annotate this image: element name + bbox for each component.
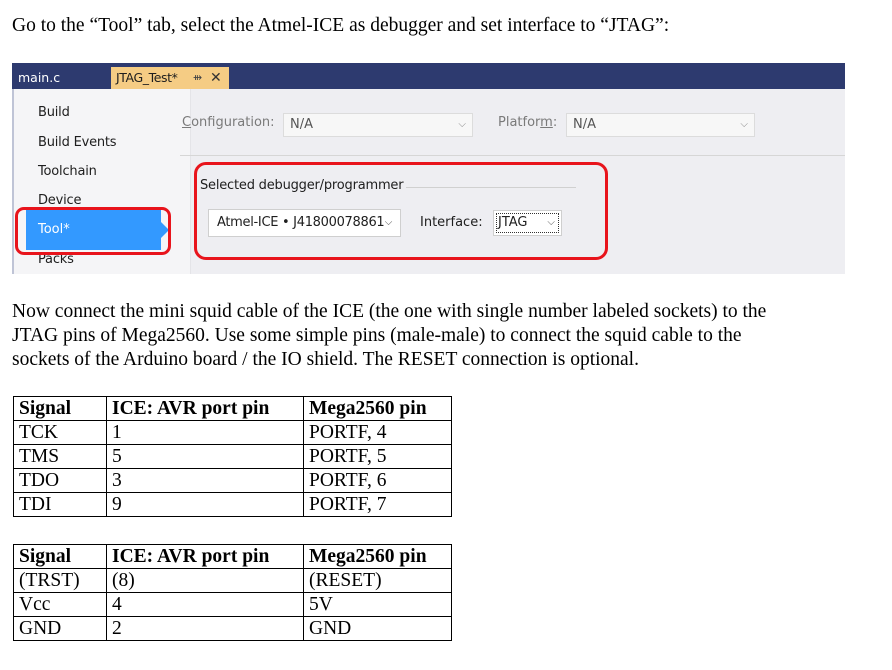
configuration-select[interactable]: N/A ⌵ [283,113,473,137]
cell-mega-pin: (RESET) [303,568,452,593]
cell-ice-pin: 5 [106,444,304,469]
power-pin-table: Signal ICE: AVR port pin Mega2560 pin (T… [13,544,452,641]
cell-ice-pin: 1 [106,420,304,445]
nav-item-build[interactable]: Build [38,105,70,120]
cell-signal: TMS [13,444,107,469]
cell-mega-pin: 5V [303,592,452,617]
cell-mega-pin: PORTF, 5 [303,444,452,469]
cell-signal: Vcc [13,592,107,617]
table-row: TMS 5 PORTF, 5 [13,444,452,469]
nav-item-build-events[interactable]: Build Events [38,135,117,150]
pin-icon[interactable]: ⇻ [193,67,202,89]
header-ice-pin: ICE: AVR port pin [106,544,304,569]
header-ice-pin: ICE: AVR port pin [106,396,304,421]
platform-label: Platform: [498,115,558,130]
cell-ice-pin: 2 [106,616,304,641]
chevron-down-icon: ⌵ [458,119,466,130]
cell-signal: TDI [13,492,107,517]
table-row: TDI 9 PORTF, 7 [13,492,452,517]
table-row: TDO 3 PORTF, 6 [13,468,452,493]
cell-signal: GND [13,616,107,641]
nav-item-toolchain[interactable]: Toolchain [38,164,97,179]
configuration-label: Configuration: [182,115,275,130]
cell-mega-pin: GND [303,616,452,641]
platform-value: N/A [573,117,596,132]
paragraph-line: Now connect the mini squid cable of the … [12,301,767,322]
nav-item-device[interactable]: Device [38,193,81,208]
tab-jtag-test[interactable]: JTAG_Test* ⇻ ✕ [111,67,229,89]
divider [180,155,845,156]
header-mega-pin: Mega2560 pin [303,396,452,421]
tab-jtag-test-label: JTAG_Test* [116,70,178,85]
instructions-paragraph: Now connect the mini squid cable of the … [12,300,766,372]
cell-mega-pin: PORTF, 4 [303,420,452,445]
highlight-debugger-settings [194,162,608,260]
cell-ice-pin: (8) [106,568,304,593]
close-icon[interactable]: ✕ [210,67,222,89]
table-header-row: Signal ICE: AVR port pin Mega2560 pin [13,544,452,569]
cell-ice-pin: 9 [106,492,304,517]
intro-text: Go to the “Tool” tab, select the Atmel-I… [12,15,670,36]
table-row: Vcc 4 5V [13,592,452,617]
cell-signal: (TRST) [13,568,107,593]
table-row: TCK 1 PORTF, 4 [13,420,452,445]
header-mega-pin: Mega2560 pin [303,544,452,569]
header-signal: Signal [13,544,107,569]
cell-mega-pin: PORTF, 7 [303,492,452,517]
highlight-tool-tab [15,207,171,255]
chevron-down-icon: ⌵ [740,119,748,130]
table-row: GND 2 GND [13,616,452,641]
cell-signal: TCK [13,420,107,445]
platform-select[interactable]: N/A ⌵ [566,113,755,137]
header-signal: Signal [13,396,107,421]
table-header-row: Signal ICE: AVR port pin Mega2560 pin [13,396,452,421]
table-row: (TRST) (8) (RESET) [13,568,452,593]
document-tab-bar: main.c JTAG_Test* ⇻ ✕ [12,63,845,89]
paragraph-line: JTAG pins of Mega2560. Use some simple p… [12,325,742,346]
cell-mega-pin: PORTF, 6 [303,468,452,493]
tab-main-c[interactable]: main.c [18,67,60,89]
cell-signal: TDO [13,468,107,493]
cell-ice-pin: 3 [106,468,304,493]
configuration-value: N/A [290,117,313,132]
paragraph-line: sockets of the Arduino board / the IO sh… [12,349,639,370]
jtag-pin-table: Signal ICE: AVR port pin Mega2560 pin TC… [13,396,452,517]
nav-left-edge [12,89,14,274]
cell-ice-pin: 4 [106,592,304,617]
